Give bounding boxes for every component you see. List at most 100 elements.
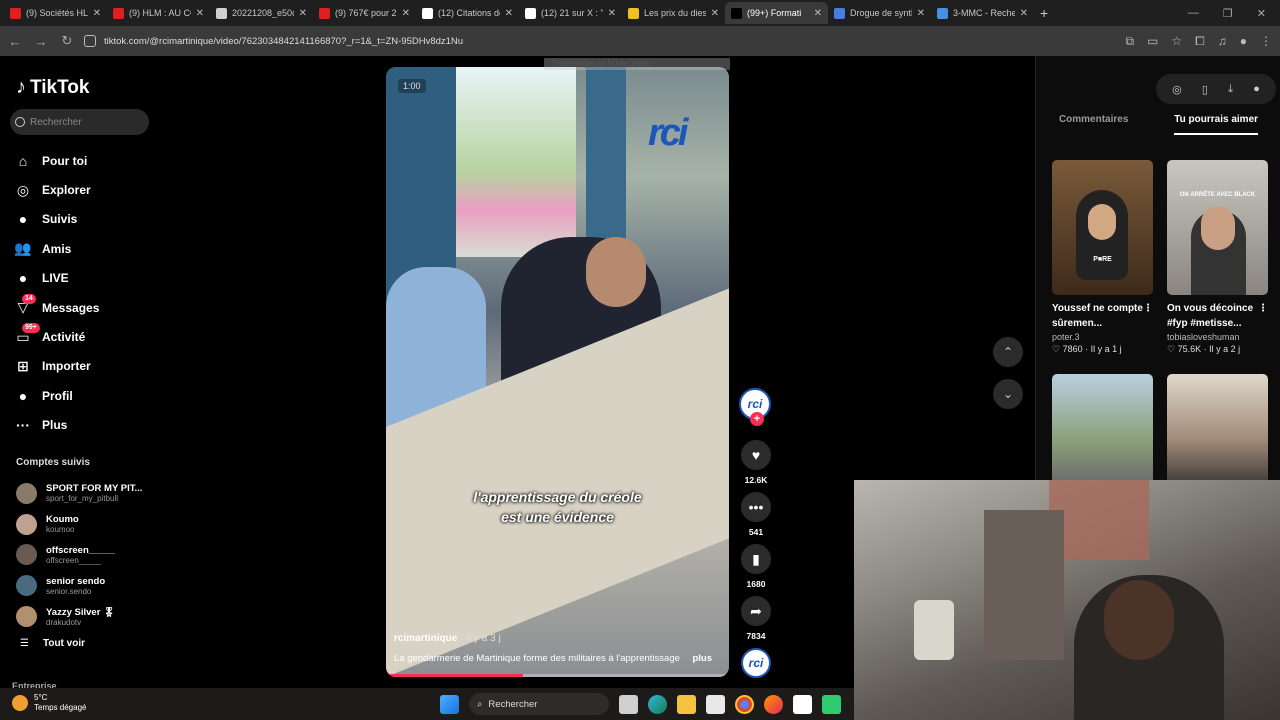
task-view-icon[interactable]	[619, 694, 638, 714]
app-icon[interactable]	[822, 694, 841, 714]
browser-tab[interactable]: 3-MMC - Recherc ✕	[931, 2, 1034, 24]
followed-account[interactable]: SPORT FOR MY PIT... sport_for_my_pitbull	[16, 478, 156, 509]
profile-icon[interactable]: ●	[1240, 34, 1247, 48]
creator-avatar[interactable]: rci +	[739, 388, 771, 426]
share-button[interactable]: ➦ 7834	[739, 596, 773, 641]
nav-item-messages[interactable]: ▽ 14 Messages	[14, 293, 99, 322]
bookmark-star-icon[interactable]: ☆	[1171, 34, 1182, 48]
close-tab-icon[interactable]: ✕	[196, 8, 204, 19]
browser-tab[interactable]: (12) Citations de ✕	[416, 2, 519, 24]
close-tab-icon[interactable]: ✕	[711, 8, 719, 19]
translate-icon[interactable]: ⧉	[1125, 34, 1134, 49]
recommendation-thumbnail[interactable]: ON ARRÊTE AVEC BLACK	[1167, 160, 1268, 295]
close-tab-icon[interactable]: ✕	[917, 8, 925, 19]
see-all-button[interactable]: ☰ Tout voir	[20, 638, 85, 649]
minimize-button[interactable]: —	[1188, 7, 1199, 19]
recommendation-card[interactable]	[1167, 374, 1268, 484]
user-avatar-icon[interactable]: ●	[1253, 83, 1260, 95]
cast-icon[interactable]: ▭	[1147, 34, 1158, 48]
browser-tab[interactable]: 20221208_e50da ✕	[210, 2, 313, 24]
taskbar-search[interactable]: ⌕ Rechercher	[469, 693, 609, 715]
close-tab-icon[interactable]: ✕	[505, 8, 513, 19]
close-tab-icon[interactable]: ✕	[608, 8, 616, 19]
reload-icon[interactable]: ↻	[60, 33, 74, 49]
close-tab-icon[interactable]: ✕	[299, 8, 307, 19]
phone-icon[interactable]: ▯	[1202, 83, 1208, 96]
compass-icon[interactable]: ◎	[1172, 83, 1182, 96]
more-button[interactable]: plus	[692, 653, 712, 664]
followed-account[interactable]: Koumo koumoo	[16, 509, 156, 540]
tiktok-logo[interactable]: ♪ TikTok	[16, 76, 89, 99]
video-player[interactable]: 1:00 rci l'apprentissage du créole est u…	[386, 67, 729, 677]
save-button[interactable]: ▮ 1680	[739, 544, 773, 589]
browser-tab[interactable]: (12) 21 sur X : "Ky ✕	[519, 2, 622, 24]
more-options-icon[interactable]: ⋮	[1143, 301, 1153, 331]
recommendation-card[interactable]: ON ARRÊTE AVEC BLACK On vous décoince #f…	[1167, 160, 1268, 355]
browser-tab[interactable]: (9) HLM : AU CŒU ✕	[107, 2, 210, 24]
maximize-button[interactable]: ❐	[1223, 7, 1233, 20]
capcut-icon[interactable]	[793, 694, 812, 714]
browser-tab[interactable]: (9) Sociétés HLM ✕	[4, 2, 107, 24]
recommendation-author[interactable]: tobiasloveshuman	[1167, 332, 1268, 342]
file-explorer-icon[interactable]	[677, 694, 696, 714]
close-tab-icon[interactable]: ✕	[1020, 8, 1028, 19]
nav-item-suivis[interactable]: ● Suivis	[14, 205, 99, 234]
nav-item-activit-[interactable]: ▭ 99+ Activité	[14, 322, 99, 351]
sound-disc[interactable]: rci	[741, 648, 771, 678]
chrome-icon[interactable]	[735, 694, 754, 714]
recommendation-thumbnail[interactable]	[1052, 374, 1153, 484]
next-video-button[interactable]: ⌄	[993, 379, 1023, 409]
close-tab-icon[interactable]: ✕	[814, 8, 822, 19]
followed-account[interactable]: Yazzy Silver 🎖 drakudotv	[16, 601, 156, 632]
tab-comments[interactable]: Commentaires	[1059, 114, 1128, 135]
recommendation-author[interactable]: poter.3	[1052, 332, 1153, 342]
close-tab-icon[interactable]: ✕	[93, 8, 101, 19]
browser-tab[interactable]: (99+) Formati ✕	[725, 2, 828, 24]
recommendation-thumbnail[interactable]	[1167, 374, 1268, 484]
comment-button[interactable]: ••• 541	[739, 492, 773, 537]
start-icon[interactable]	[440, 694, 459, 714]
nav-item-importer[interactable]: ⊞ Importer	[14, 352, 99, 381]
nav-item-live[interactable]: ● LIVE	[14, 264, 99, 293]
nav-item-explorer[interactable]: ◎ Explorer	[14, 175, 99, 204]
extensions-icon[interactable]: ⧠	[1195, 34, 1205, 49]
nav-item-amis[interactable]: 👥 Amis	[14, 234, 99, 263]
author-name[interactable]: rcimartinique	[394, 633, 457, 644]
recommendation-card[interactable]	[1052, 374, 1153, 484]
more-options-icon[interactable]: ⋮	[1258, 301, 1268, 331]
forward-icon[interactable]: →	[34, 34, 48, 49]
video-author[interactable]: rcimartinique · Il y a 3 j	[394, 633, 724, 644]
tab-suggested[interactable]: Tu pourrais aimer	[1174, 114, 1259, 135]
nav-label: Explorer	[42, 183, 91, 198]
browser-tab[interactable]: (9) 767€ pour 27 ✕	[313, 2, 416, 24]
recommendation-thumbnail[interactable]: P■RE	[1052, 160, 1153, 295]
url-field[interactable]: tiktok.com/@rcimartinique/video/76230348…	[84, 30, 1084, 52]
followed-account[interactable]: offscreen_____ offscreen_____	[16, 540, 156, 571]
store-icon[interactable]	[706, 694, 725, 714]
nav-item-plus[interactable]: ··· Plus	[14, 411, 99, 440]
new-tab-button[interactable]: +	[1040, 5, 1048, 21]
browser-tab[interactable]: Les prix du diesel ✕	[622, 2, 725, 24]
media-icon[interactable]: ♫	[1218, 34, 1227, 48]
previous-video-button[interactable]: ⌃	[993, 337, 1023, 367]
menu-icon[interactable]: ⋮	[1260, 34, 1272, 48]
back-icon[interactable]: ←	[8, 34, 22, 49]
browser-tab[interactable]: Drogue de synth ✕	[828, 2, 931, 24]
recommendation-card[interactable]: P■RE Youssef ne compte sûremen... ⋮ poter…	[1052, 160, 1153, 355]
edge-icon[interactable]	[648, 694, 667, 714]
video-progress-bar[interactable]	[386, 674, 729, 677]
site-info-icon[interactable]	[84, 35, 96, 47]
close-tab-icon[interactable]: ✕	[402, 8, 410, 19]
firefox-icon[interactable]	[764, 694, 783, 714]
tab-title: (12) Citations de	[438, 8, 500, 18]
like-button[interactable]: ♥ 12.6K	[739, 440, 773, 485]
close-window-button[interactable]: ✕	[1257, 7, 1266, 20]
followed-account[interactable]: senior sendo senior.sendo	[16, 570, 156, 601]
nav-item-profil[interactable]: ● Profil	[14, 381, 99, 410]
weather-widget[interactable]: 5°C Temps dégagé	[12, 693, 86, 713]
download-hint-banner[interactable]: Télécharger ce fichier Vidéo	[544, 58, 730, 70]
download-icon[interactable]: ⤓	[1228, 83, 1233, 96]
follow-plus-icon[interactable]: +	[750, 412, 764, 426]
nav-item-pour-toi[interactable]: ⌂ Pour toi	[14, 146, 99, 175]
search-input[interactable]: Rechercher	[10, 109, 149, 135]
